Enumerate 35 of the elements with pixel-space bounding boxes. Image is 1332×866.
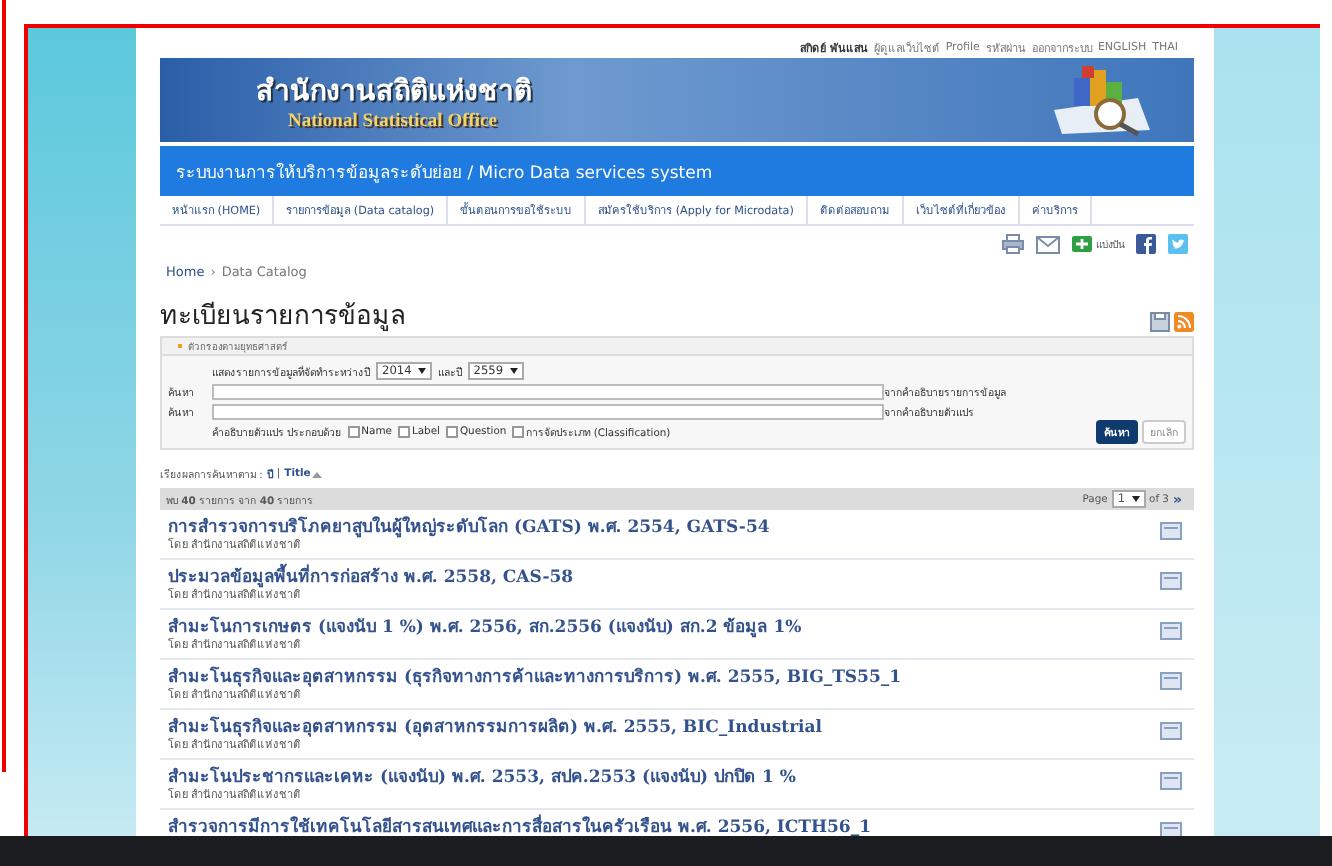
dataset-title-link[interactable]: สำมะโนธุรกิจและอุตสาหกรรม (อุตสาหกรรมการผลิต) พ.ศ. 2555, BIC_Industrial bbox=[168, 718, 823, 740]
page-title: ทะเบียนรายการข้อมูล bbox=[160, 299, 406, 336]
banner-title: สำนักงานสถิติแห่งชาติ bbox=[256, 74, 532, 112]
document-icon[interactable] bbox=[1160, 672, 1182, 690]
caret-icon bbox=[509, 368, 518, 374]
email-icon[interactable] bbox=[1036, 235, 1060, 253]
search-field[interactable] bbox=[212, 383, 884, 399]
checkbox[interactable] bbox=[397, 426, 410, 438]
dataset-title-link[interactable]: สำรวจการมีการใช้เทคโนโลยีสารสนเทศและการสื่อสารในครัวเรือน พ.ศ. 2556, ICTH56_1 bbox=[168, 818, 872, 836]
dataset-title-link[interactable]: สำมะโนธุรกิจและอุตสาหกรรม (ธุรกิจทางการค้าและทางการบริการ) พ.ศ. 2555, BIG_TS55_1 bbox=[168, 668, 902, 690]
caret-icon bbox=[417, 368, 426, 374]
document-icon[interactable] bbox=[1160, 722, 1182, 740]
checkbox[interactable] bbox=[347, 426, 360, 438]
system-title-bar: ระบบงานการให้บริการข้อมูลระดับย่อย / Micro Data services system bbox=[160, 146, 1194, 196]
document-icon[interactable] bbox=[1160, 772, 1182, 790]
print-icon[interactable] bbox=[1002, 234, 1024, 254]
sort-ascending-icon bbox=[312, 471, 323, 477]
caret-icon bbox=[1131, 496, 1140, 502]
search-field[interactable] bbox=[212, 403, 884, 419]
plus-icon bbox=[1072, 236, 1092, 252]
facebook-icon[interactable] bbox=[1136, 234, 1156, 254]
document-icon[interactable] bbox=[1160, 622, 1182, 640]
twitter-icon[interactable] bbox=[1168, 234, 1188, 254]
banner-subtitle: National Statistical Office bbox=[286, 112, 499, 132]
rss-icon[interactable] bbox=[1174, 312, 1194, 332]
dataset-title-link[interactable]: การสำรวจการบริโภคยาสูบในผู้ใหญ่ระดับโลก (GATS) พ.ศ. 2554, GATS-54 bbox=[168, 518, 770, 540]
document-icon[interactable] bbox=[1160, 822, 1182, 836]
document-icon[interactable] bbox=[1160, 572, 1182, 590]
dataset-title-link[interactable]: สำมะโนประชากรและเคหะ (แจงนับ) พ.ศ. 2553, สปค.2553 (แจงนับ) ปกปิด 1 % bbox=[168, 768, 796, 790]
save-icon[interactable] bbox=[1150, 312, 1170, 332]
checkbox[interactable] bbox=[512, 426, 525, 438]
document-icon[interactable] bbox=[1160, 522, 1182, 540]
dataset-title-link[interactable]: ประมวลข้อมูลพื้นที่การก่อสร้าง พ.ศ. 2558, CAS-58 bbox=[168, 568, 574, 590]
dataset-title-link[interactable]: สำมะโนการเกษตร (แจงนับ 1 %) พ.ศ. 2556, สก.2556 (แจงนับ) สก.2 ข้อมูล 1% bbox=[168, 618, 802, 640]
checkbox[interactable] bbox=[445, 426, 458, 438]
